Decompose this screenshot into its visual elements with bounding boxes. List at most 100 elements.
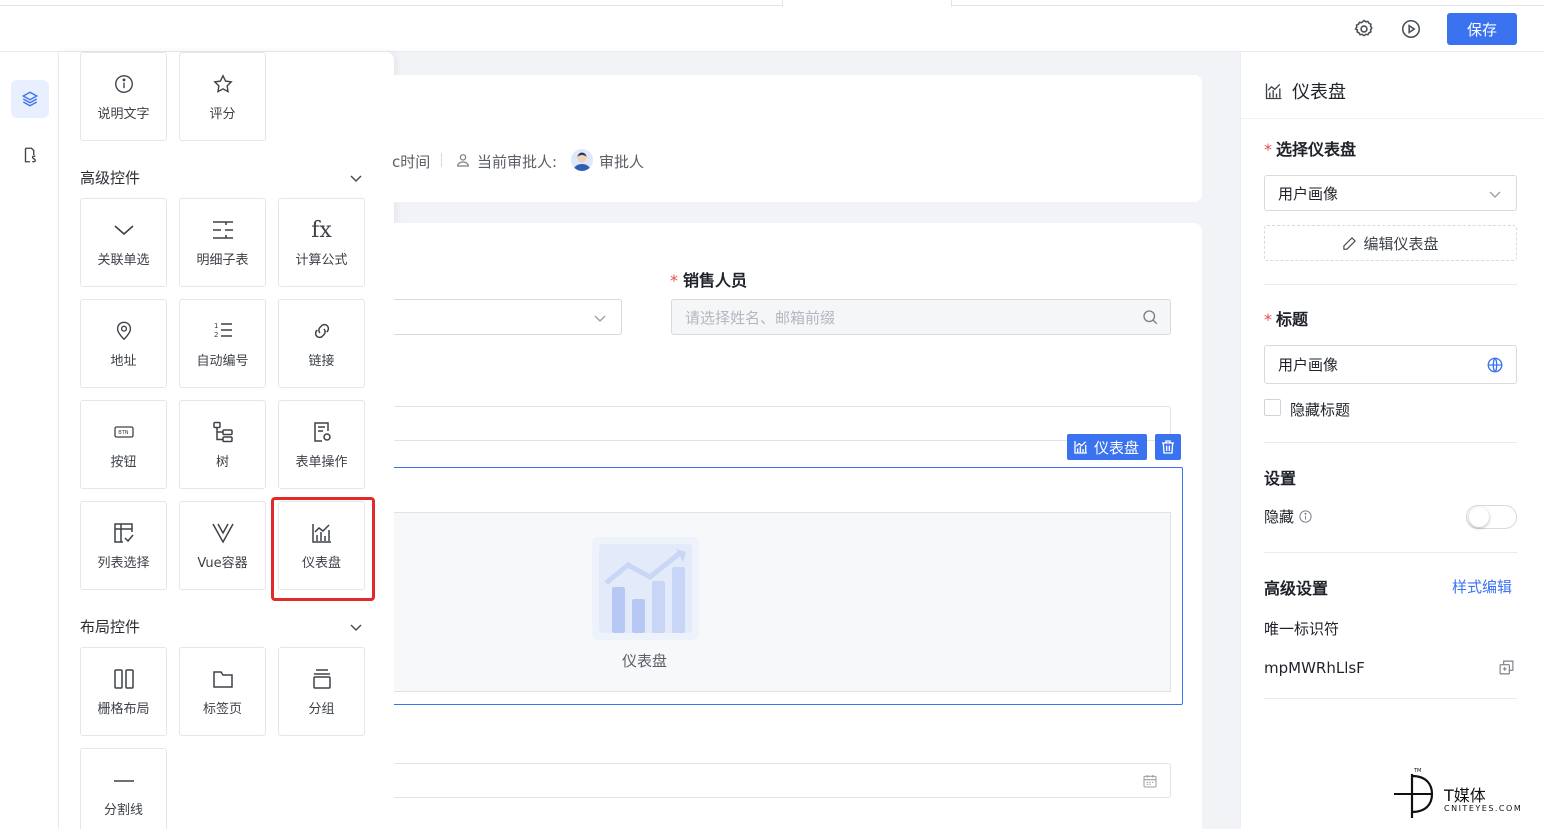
tile-detail-subtable[interactable]: 明细子表 — [179, 198, 266, 287]
toggle-knob — [1469, 507, 1489, 527]
dashboard-select[interactable]: 用户画像 — [1264, 175, 1517, 211]
tile-address[interactable]: 地址 — [80, 299, 167, 388]
tile-grid-layout[interactable]: 栅格布局 — [80, 647, 167, 736]
tile-label: 表单操作 — [295, 455, 348, 470]
left-rail — [0, 52, 59, 829]
selected-widget-tag-label: 仪表盘 — [1094, 438, 1140, 457]
component-palette: 说明文字 评分 高级控件 关联单选 明细子表 fx 计算公式 地址 12 自动编… — [59, 52, 394, 829]
meta-divider — [441, 153, 442, 167]
chevron-down-icon[interactable] — [349, 620, 363, 634]
delete-widget-button[interactable] — [1155, 434, 1181, 460]
tile-formula[interactable]: fx 计算公式 — [278, 198, 365, 287]
approver-label: 当前审批人: — [477, 153, 558, 171]
tile-label: 关联单选 — [97, 253, 150, 268]
tile-label: 列表选择 — [97, 556, 150, 571]
date-field[interactable] — [394, 763, 1171, 798]
hide-title-label: 隐藏标题 — [1290, 401, 1351, 419]
chevron-down-icon[interactable] — [349, 171, 363, 185]
form-settings-icon — [309, 419, 335, 445]
tile-tab-page[interactable]: 标签页 — [179, 647, 266, 736]
title-input-value: 用户画像 — [1278, 356, 1339, 374]
select-field[interactable] — [394, 299, 622, 335]
chevron-down-icon — [111, 217, 137, 243]
tree-icon — [210, 419, 236, 445]
tile-button[interactable]: BTN 按钮 — [80, 400, 167, 489]
required-mark: * — [1264, 140, 1272, 159]
dashboard-placeholder: 仪表盘 — [394, 512, 1171, 692]
required-mark: * — [1264, 310, 1272, 329]
info-icon — [111, 71, 137, 97]
sales-input[interactable]: 请选择姓名、邮箱前缀 — [671, 299, 1171, 335]
advanced-settings-heading: 高级设置 — [1264, 579, 1329, 598]
approver-name: 审批人 — [599, 153, 645, 171]
document-icon[interactable] — [11, 136, 49, 174]
copy-icon[interactable] — [1498, 659, 1515, 676]
tile-rating[interactable]: 评分 — [179, 52, 266, 141]
calendar-icon — [1142, 773, 1158, 789]
tile-auto-number[interactable]: 12 自动编号 — [179, 299, 266, 388]
selected-widget-tag[interactable]: 仪表盘 — [1067, 434, 1147, 460]
form-body-card: * 销售人员 请选择姓名、邮箱前缀 仪表盘 仪表盘 — [394, 223, 1202, 829]
hide-title-checkbox[interactable] — [1264, 399, 1281, 416]
panel-header: 仪表盘 — [1264, 78, 1346, 104]
play-circle-icon[interactable] — [1400, 18, 1422, 40]
svg-text:2: 2 — [214, 331, 218, 339]
search-icon — [1141, 308, 1159, 326]
style-edit-link[interactable]: 样式编辑 — [1452, 576, 1512, 597]
folder-tab-icon — [210, 666, 236, 692]
tile-vue-container[interactable]: Vue容器 — [179, 501, 266, 590]
tile-label: 树 — [215, 455, 229, 470]
tile-tree[interactable]: 树 — [179, 400, 266, 489]
tab-strip-line — [0, 5, 1544, 6]
group-icon — [309, 666, 335, 692]
watermark-site: CNITEYES.COM — [1444, 804, 1523, 813]
watermark-logo: T媒体 CNITEYES.COM TM — [1392, 768, 1542, 824]
list-select-icon — [111, 520, 137, 546]
tile-link[interactable]: 链接 — [278, 299, 365, 388]
selected-widget-frame[interactable]: 仪表盘 — [394, 467, 1183, 705]
chevron-down-icon — [1488, 187, 1502, 201]
tile-label: 地址 — [110, 354, 137, 369]
header-divider — [1241, 118, 1544, 119]
tile-list-select[interactable]: 列表选择 — [80, 501, 167, 590]
chevron-down-icon — [593, 311, 607, 325]
user-icon — [455, 152, 471, 168]
edit-dashboard-button[interactable]: 编辑仪表盘 — [1264, 225, 1517, 261]
tile-divider[interactable]: 分割线 — [80, 748, 167, 829]
info-icon[interactable] — [1298, 509, 1313, 524]
tile-description-text[interactable]: 说明文字 — [80, 52, 167, 141]
svg-text:BTN: BTN — [118, 430, 128, 436]
text-field[interactable] — [394, 406, 1171, 441]
tile-label: Vue容器 — [197, 556, 248, 571]
tile-group[interactable]: 分组 — [278, 647, 365, 736]
tile-label: 说明文字 — [97, 107, 150, 122]
section-divider — [1264, 442, 1517, 443]
gear-icon[interactable] — [1353, 18, 1375, 40]
required-mark: * — [670, 271, 678, 290]
title-input[interactable]: 用户画像 — [1264, 345, 1517, 384]
hidden-setting: 隐藏 — [1264, 506, 1313, 527]
highlight-box — [271, 497, 375, 601]
star-icon — [210, 71, 236, 97]
globe-icon[interactable] — [1486, 356, 1504, 374]
trash-icon — [1160, 439, 1176, 455]
tile-related-select[interactable]: 关联单选 — [80, 198, 167, 287]
dashboard-select-value: 用户画像 — [1278, 184, 1339, 203]
tile-label: 链接 — [308, 354, 335, 369]
numbered-list-icon: 12 — [210, 318, 236, 344]
select-dashboard-label-text: 选择仪表盘 — [1276, 140, 1357, 159]
section-layout-controls: 布局控件 — [80, 618, 141, 636]
select-dashboard-label: * 选择仪表盘 — [1264, 136, 1356, 160]
properties-panel: 仪表盘 * 选择仪表盘 用户画像 编辑仪表盘 * 标题 用户画像 隐藏标题 设置 隐… — [1240, 52, 1544, 829]
location-icon — [111, 318, 137, 344]
save-button[interactable]: 保存 — [1447, 13, 1517, 45]
active-tab[interactable] — [782, 0, 952, 7]
dashboard-chart-icon — [1264, 81, 1284, 101]
layers-icon[interactable] — [11, 80, 49, 118]
tile-form-action[interactable]: 表单操作 — [278, 400, 365, 489]
settings-heading: 设置 — [1264, 469, 1297, 488]
vue-icon — [210, 520, 236, 546]
hidden-toggle[interactable] — [1466, 505, 1517, 529]
tile-label: 评分 — [209, 107, 236, 122]
tile-label: 计算公式 — [295, 253, 348, 268]
